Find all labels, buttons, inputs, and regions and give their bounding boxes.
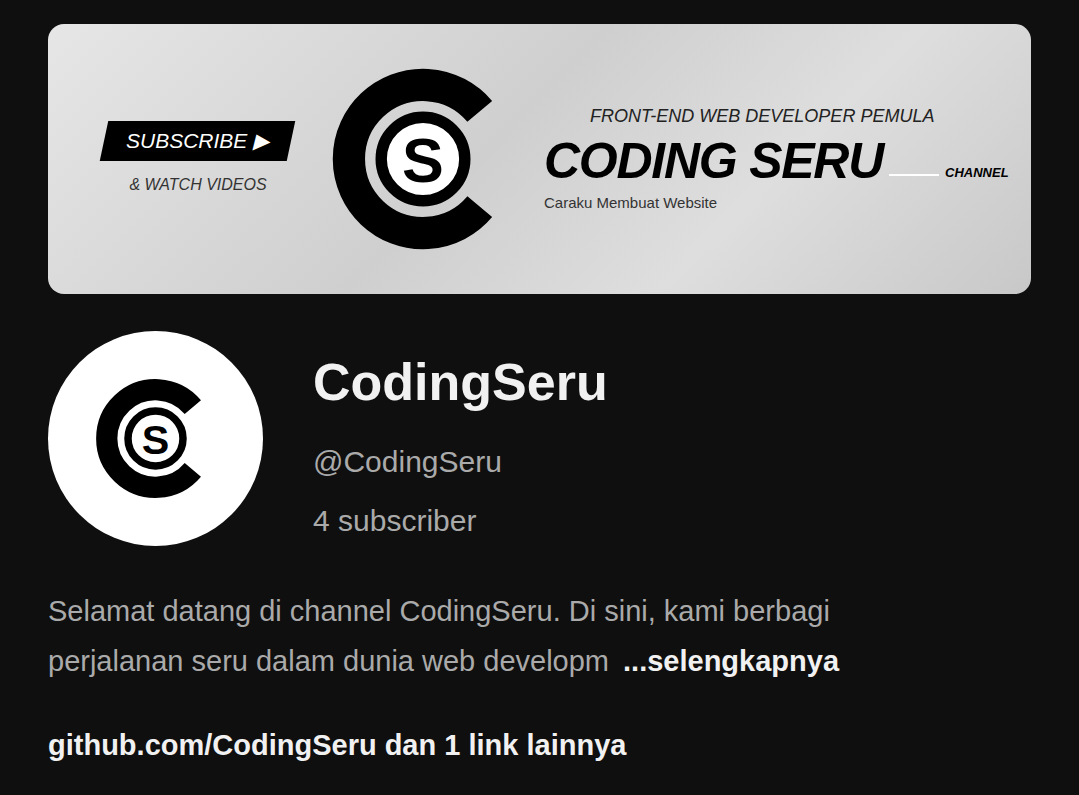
avatar-logo-letter: S [142,417,170,463]
channel-handle: @CodingSeru [313,432,608,491]
description-line: perjalanan seru dalam dunia web developm [48,636,609,686]
channel-links[interactable]: github.com/CodingSeru dan 1 link lainnya [48,720,1031,770]
banner-title: CODING SERU [544,132,883,190]
more-links[interactable]: dan 1 link lainnya [385,720,627,770]
subscribe-callout: SUBSCRIBE ▶ & WATCH VIDEOS [88,121,308,197]
logo-letter: S [402,125,444,195]
description-last-line: perjalanan seru dalam dunia web developm… [48,636,1031,686]
banner-channel-label: CHANNEL [945,163,1009,183]
channel-link[interactable]: github.com/CodingSeru [48,720,377,770]
channel-name: CodingSeru [313,350,608,414]
banner-title-row: CODING SERU CHANNEL [544,132,1009,190]
channel-banner: SUBSCRIBE ▶ & WATCH VIDEOS S FRONT-END W… [48,24,1031,294]
channel-header: S CodingSeru @CodingSeru 4 subscriber [48,331,1031,550]
channel-info: CodingSeru @CodingSeru 4 subscriber [263,331,608,550]
subscriber-count: 4 subscriber [313,491,608,550]
subscribe-label: SUBSCRIBE ▶ [126,127,269,155]
banner-rule [889,174,939,176]
banner-tagline: FRONT-END WEB DEVELOPER PEMULA [544,103,1009,130]
description-line: Selamat datang di channel CodingSeru. Di… [48,586,1031,636]
avatar-logo-icon: S [93,376,218,501]
channel-page: SUBSCRIBE ▶ & WATCH VIDEOS S FRONT-END W… [0,0,1079,770]
banner-title-block: FRONT-END WEB DEVELOPER PEMULA CODING SE… [544,103,1009,215]
logo-icon: S [328,64,518,254]
banner-subtitle: Caraku Membuat Website [544,192,1009,215]
channel-description[interactable]: Selamat datang di channel CodingSeru. Di… [48,586,1031,686]
watch-label: & WATCH VIDEOS [129,173,266,197]
subscribe-badge: SUBSCRIBE ▶ [100,121,296,161]
more-button[interactable]: ...selengkapnya [623,636,839,686]
channel-avatar[interactable]: S [48,331,263,546]
